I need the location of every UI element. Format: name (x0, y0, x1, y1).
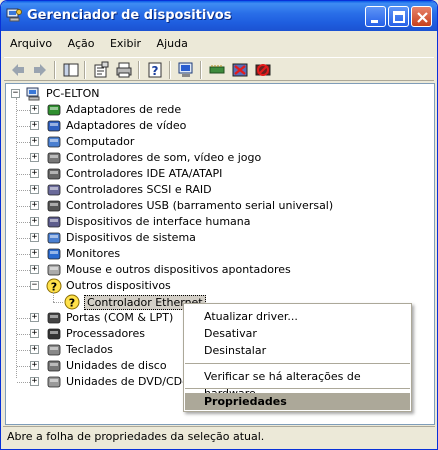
ide-controller-icon (47, 168, 61, 180)
tree-root-label[interactable]: PC-ELTON (46, 87, 99, 100)
forward-arrow-icon[interactable] (31, 61, 49, 79)
svg-text:?: ? (51, 281, 57, 294)
toolbar: ? (4, 57, 434, 81)
svg-text:?: ? (69, 297, 75, 310)
menu-acao[interactable]: Ação (62, 33, 101, 54)
expand-category-icon[interactable]: + (30, 377, 39, 386)
minimize-icon (371, 20, 378, 23)
ctx-update-driver[interactable]: Atualizar driver... (185, 308, 410, 325)
dvd-drive-icon (47, 376, 61, 388)
maximize-button[interactable] (388, 6, 409, 27)
ctx-scan-hardware[interactable]: Verificar se há alterações de hardware (185, 368, 410, 400)
disk-drive-icon (47, 360, 61, 372)
tree-category-14[interactable]: Processadores (66, 327, 145, 340)
collapse-root-icon[interactable]: − (11, 89, 20, 98)
expand-category-icon[interactable]: + (30, 329, 39, 338)
tree-category-4[interactable]: Controladores de som, vídeo e jogo (66, 151, 261, 164)
tree-category-13[interactable]: Portas (COM & LPT) (66, 311, 173, 324)
expand-category-icon[interactable]: + (30, 121, 39, 130)
expand-category-icon[interactable]: + (30, 137, 39, 146)
maximize-icon (393, 11, 405, 23)
tree-category-7[interactable]: Controladores USB (barramento serial uni… (66, 199, 333, 212)
ctx-separator (185, 363, 410, 364)
uninstall-icon[interactable] (231, 61, 249, 79)
print-icon[interactable] (115, 61, 133, 79)
ctx-properties[interactable]: Propriedades (185, 393, 410, 410)
collapse-category-icon[interactable]: − (30, 281, 39, 290)
status-bar: Abre a folha de propriedades da seleção … (3, 426, 435, 446)
window-title: Gerenciador de dispositivos (27, 8, 232, 23)
monitor-icon (47, 248, 61, 260)
menu-exibir[interactable]: Exibir (104, 33, 147, 54)
port-icon (47, 312, 61, 324)
tree-category-9[interactable]: Dispositivos de sistema (66, 231, 196, 244)
computer-root-icon (26, 87, 40, 101)
tree-category-5[interactable]: Controladores IDE ATA/ATAPI (66, 167, 222, 180)
close-icon (417, 12, 428, 23)
keyboard-icon (47, 344, 61, 356)
scan-hardware-icon[interactable] (177, 61, 195, 79)
tree-category-12[interactable]: Outros dispositivos (66, 279, 171, 292)
svg-text:?: ? (152, 64, 159, 78)
unknown-device-icon: ? (46, 278, 62, 294)
context-menu: Atualizar driver... Desativar Desinstala… (183, 303, 412, 412)
expand-category-icon[interactable]: + (30, 313, 39, 322)
tree-category-1[interactable]: Adaptadores de rede (66, 103, 181, 116)
show-hide-tree-icon[interactable] (62, 61, 80, 79)
menu-bar: Arquivo Ação Exibir Ajuda (4, 33, 194, 55)
warning-device-icon: ? (64, 294, 80, 310)
expand-category-icon[interactable]: + (30, 185, 39, 194)
network-adapter-icon (47, 104, 61, 116)
expand-category-icon[interactable]: + (30, 153, 39, 162)
tree-category-16[interactable]: Unidades de disco (66, 359, 167, 372)
expand-category-icon[interactable]: + (30, 217, 39, 226)
sound-controller-icon (47, 152, 61, 164)
tree-category-3[interactable]: Computador (66, 135, 134, 148)
tree-category-15[interactable]: Teclados (66, 343, 113, 356)
device-manager-app-icon (6, 8, 22, 22)
menu-ajuda[interactable]: Ajuda (151, 33, 194, 54)
title-bar[interactable]: Gerenciador de dispositivos (1, 1, 437, 31)
close-button[interactable] (411, 6, 432, 27)
computer-icon (47, 136, 61, 148)
hid-device-icon (47, 216, 61, 228)
expand-category-icon[interactable]: + (30, 265, 39, 274)
expand-category-icon[interactable]: + (30, 361, 39, 370)
device-manager-window: Gerenciador de dispositivos Arquivo Ação… (0, 0, 438, 450)
expand-category-icon[interactable]: + (30, 233, 39, 242)
expand-category-icon[interactable]: + (30, 249, 39, 258)
tree-category-10[interactable]: Monitores (66, 247, 120, 260)
disable-icon[interactable] (254, 61, 272, 79)
mouse-icon (47, 264, 61, 276)
back-arrow-icon[interactable] (9, 61, 27, 79)
system-device-icon (47, 232, 61, 244)
update-driver-icon[interactable] (208, 61, 226, 79)
menu-arquivo[interactable]: Arquivo (4, 33, 58, 54)
tree-category-6[interactable]: Controladores SCSI e RAID (66, 183, 212, 196)
ctx-separator (185, 388, 410, 389)
properties-icon[interactable] (92, 61, 110, 79)
processor-icon (47, 328, 61, 340)
scsi-controller-icon (47, 184, 61, 196)
minimize-button[interactable] (365, 6, 386, 27)
tree-category-8[interactable]: Dispositivos de interface humana (66, 215, 251, 228)
tree-category-2[interactable]: Adaptadores de vídeo (66, 119, 186, 132)
usb-controller-icon (47, 200, 61, 212)
help-icon[interactable]: ? (146, 61, 164, 79)
ctx-disable[interactable]: Desativar (185, 325, 410, 342)
expand-category-icon[interactable]: + (30, 105, 39, 114)
tree-category-11[interactable]: Mouse e outros dispositivos apontadores (66, 263, 291, 276)
ctx-uninstall[interactable]: Desinstalar (185, 342, 410, 359)
expand-category-icon[interactable]: + (30, 169, 39, 178)
expand-category-icon[interactable]: + (30, 201, 39, 210)
expand-category-icon[interactable]: + (30, 345, 39, 354)
video-adapter-icon (47, 120, 61, 132)
